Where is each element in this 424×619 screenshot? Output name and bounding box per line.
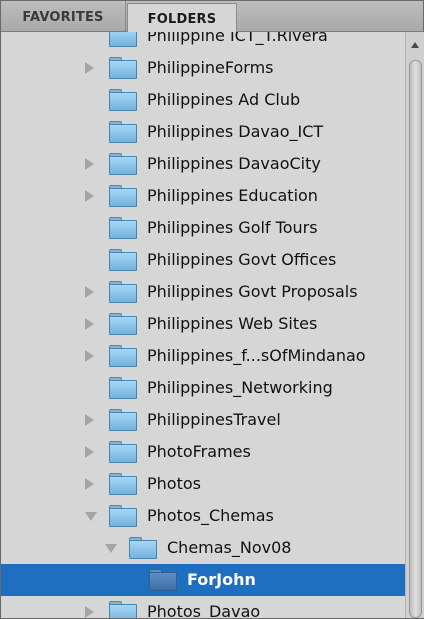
folder-label: Philippines Govt Offices [147, 250, 337, 269]
expand-triangle-icon[interactable] [85, 190, 94, 202]
expand-triangle-icon[interactable] [85, 606, 94, 618]
expand-triangle-icon[interactable] [85, 158, 94, 170]
folder-label: PhilippineForms [147, 58, 274, 77]
expand-triangle-icon[interactable] [85, 318, 94, 330]
folder-tree: Philippine ICT_T.Rivera PhilippineForms Ph… [1, 32, 405, 618]
folder-icon [109, 409, 137, 431]
expand-triangle-icon[interactable] [85, 478, 94, 490]
collapse-triangle-icon[interactable] [105, 544, 117, 553]
folder-label: Photos_Davao [147, 602, 261, 618]
folder-label: Philippines_Networking [147, 378, 333, 397]
panel-tab-bar: FAVORITES FOLDERS [1, 1, 423, 33]
folder-icon [109, 217, 137, 239]
folder-icon [109, 89, 137, 111]
folder-icon [109, 281, 137, 303]
folder-label: Philippines Web Sites [147, 314, 318, 333]
folder-label: Philippines Davao_ICT [147, 122, 324, 141]
folder-label: ForJohn [187, 570, 256, 589]
folder-label: Philippines Golf Tours [147, 218, 318, 237]
expand-triangle-icon[interactable] [85, 350, 94, 362]
folder-icon [109, 185, 137, 207]
folder-label: Philippines Govt Proposals [147, 282, 358, 301]
tab-favorites[interactable]: FAVORITES [1, 1, 126, 31]
folder-label: Photos_Chemas [147, 506, 274, 525]
folder-row[interactable]: Philippines Web Sites [1, 308, 405, 340]
folder-row[interactable]: Photos_Chemas [1, 500, 405, 532]
folder-icon [129, 537, 157, 559]
folder-row[interactable]: PhilippinesTravel [1, 404, 405, 436]
folder-row[interactable]: Chemas_Nov08 [1, 532, 405, 564]
folder-label: Philippines DavaoCity [147, 154, 321, 173]
folder-panel: FAVORITES FOLDERS Philippine ICT_T.River… [0, 0, 424, 619]
folder-label: Photos [147, 474, 201, 493]
folder-icon [109, 377, 137, 399]
folder-label: Philippines Education [147, 186, 318, 205]
folder-row[interactable]: Philippines DavaoCity [1, 148, 405, 180]
folder-icon [109, 32, 137, 47]
folder-row[interactable]: PhilippineForms [1, 52, 405, 84]
folder-row[interactable]: Philippines Davao_ICT [1, 116, 405, 148]
folder-row[interactable]: Photos_Davao [1, 596, 405, 618]
expand-triangle-icon[interactable] [85, 414, 94, 426]
folder-row[interactable]: PhotoFrames [1, 436, 405, 468]
vertical-scrollbar[interactable] [405, 32, 424, 618]
folder-row[interactable]: Philippines Golf Tours [1, 212, 405, 244]
collapse-triangle-icon[interactable] [85, 512, 97, 521]
folder-icon [109, 121, 137, 143]
folder-icon [109, 249, 137, 271]
folder-icon [109, 441, 137, 463]
folder-row[interactable]: Philippines_Networking [1, 372, 405, 404]
folder-row[interactable]: Philippines_f...sOfMindanao [1, 340, 405, 372]
folder-icon [109, 601, 137, 618]
folder-row[interactable]: Philippines Govt Proposals [1, 276, 405, 308]
folder-label: Philippine ICT_T.Rivera [147, 32, 328, 45]
folder-label: Chemas_Nov08 [167, 538, 292, 557]
expand-triangle-icon[interactable] [85, 446, 94, 458]
expand-triangle-icon[interactable] [85, 286, 94, 298]
folder-row[interactable]: Philippines Education [1, 180, 405, 212]
scrollbar-thumb[interactable] [409, 60, 422, 618]
folder-label: PhotoFrames [147, 442, 251, 461]
folder-icon [109, 153, 137, 175]
folder-icon [109, 505, 137, 527]
folder-label: Philippines_f...sOfMindanao [147, 346, 366, 365]
expand-triangle-icon[interactable] [85, 62, 94, 74]
folder-label: Philippines Ad Club [147, 90, 301, 109]
folder-row[interactable]: Photos [1, 468, 405, 500]
folder-row[interactable]: Philippine ICT_T.Rivera [1, 32, 405, 52]
tab-folders[interactable]: FOLDERS [127, 3, 237, 33]
folder-icon [109, 473, 137, 495]
folder-icon [149, 569, 177, 591]
folder-row[interactable]: Philippines Ad Club [1, 84, 405, 116]
folder-row[interactable]: ForJohn [1, 564, 405, 596]
folder-row[interactable]: Philippines Govt Offices [1, 244, 405, 276]
folder-icon [109, 345, 137, 367]
scroll-up-arrow-icon[interactable] [411, 42, 419, 48]
folder-icon [109, 313, 137, 335]
folder-icon [109, 57, 137, 79]
folder-label: PhilippinesTravel [147, 410, 281, 429]
